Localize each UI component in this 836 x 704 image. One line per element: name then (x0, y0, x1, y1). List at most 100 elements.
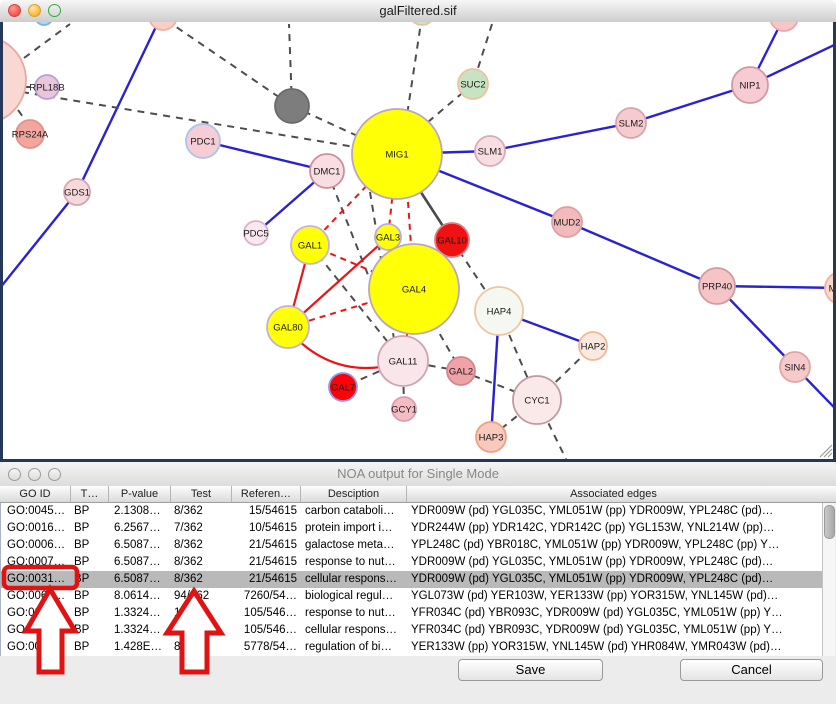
node-GAL1[interactable]: GAL1 (291, 226, 329, 264)
column-header-referen-[interactable]: Referen… (231, 486, 300, 502)
column-header-go-id[interactable]: GO ID (0, 486, 70, 502)
table-row-9[interactable]: GO:0050…BP1.428E…80/3625778/54…regulatio… (1, 639, 822, 656)
column-header-associated-edges[interactable]: Associated edges (406, 486, 820, 502)
cell-go-id: GO:0031… (1, 571, 71, 588)
node-label: NIP1 (739, 81, 760, 92)
node-circle[interactable] (409, 22, 435, 25)
node-SLM2[interactable]: SLM2 (616, 108, 646, 138)
table-row-5-selected[interactable]: GO:0031…BP6.5087…8/36221/54615cellular r… (1, 571, 822, 588)
cell-go-id: GO:0050… (1, 639, 71, 656)
node-PDC1[interactable]: PDC1 (186, 124, 220, 158)
cell-referen-: 15/54615 (232, 503, 301, 520)
cell-p-value: 1.428E… (109, 639, 171, 656)
node-small-blue-node[interactable] (35, 22, 53, 25)
node-HAP3[interactable]: HAP3 (476, 422, 506, 452)
node-GAL11[interactable]: GAL11 (378, 336, 428, 386)
scrollbar-thumb[interactable] (824, 505, 835, 539)
node-label: GDS1 (64, 188, 90, 199)
node-NIP1[interactable]: NIP1 (732, 67, 768, 103)
cell-test: 11/362 (171, 605, 232, 622)
node-circle[interactable] (770, 22, 798, 31)
node-label: HAP2 (581, 342, 606, 353)
cell-desciption: regulation of bi… (301, 639, 407, 656)
column-header-p-value[interactable]: P-value (108, 486, 170, 502)
table-row-2[interactable]: GO:0016…BP6.2567…7/36210/54615protein im… (1, 520, 822, 537)
node-circle[interactable] (275, 89, 309, 123)
cancel-button[interactable]: Cancel (680, 659, 823, 681)
node-label: DMC1 (314, 167, 341, 178)
cell-referen-: 10/54615 (232, 520, 301, 537)
table-row-6[interactable]: GO:0065…BP8.0614…94/3627260/54…biologica… (1, 588, 822, 605)
node-circle[interactable] (3, 36, 26, 124)
save-button[interactable]: Save (458, 659, 603, 681)
edge-pd (166, 22, 292, 106)
node-GAL4[interactable]: GAL4 (369, 244, 459, 334)
cell-associated-edges: YGL073W (pd) YER103W, YER133W (pp) YOR31… (407, 588, 821, 605)
cell-test: 8/362 (171, 554, 232, 571)
table-row-1[interactable]: GO:0045…BP2.1308…8/36215/54615carbon cat… (1, 503, 822, 520)
node-top-green-node[interactable] (409, 22, 435, 25)
node-PDC5[interactable]: PDC5 (243, 221, 268, 245)
cell-go-id: GO:0065… (1, 588, 71, 605)
column-header-test[interactable]: Test (170, 486, 231, 502)
cell-go-id: GO:0045… (1, 503, 71, 520)
node-top-pink-node[interactable] (149, 22, 177, 30)
node-label: MIG1 (385, 150, 408, 161)
noa-titlebar[interactable]: NOA output for Single Mode (0, 462, 836, 487)
cell-desciption: carbon cataboli… (301, 503, 407, 520)
node-HAP4[interactable]: HAP4 (475, 287, 523, 335)
node-GCY1[interactable]: GCY1 (391, 397, 417, 421)
node-MIG1[interactable]: MIG1 (352, 109, 442, 199)
cell-t-: BP (71, 503, 109, 520)
node-GAL2[interactable]: GAL2 (447, 357, 475, 385)
node-SIN4[interactable]: SIN4 (780, 352, 810, 382)
cell-p-value: 2.1308… (109, 503, 171, 520)
node-MSL1[interactable]: MSL1 (825, 272, 833, 304)
edge-pp (203, 141, 327, 171)
node-GDS1[interactable]: GDS1 (64, 179, 90, 205)
noa-window-title: NOA output for Single Mode (0, 466, 836, 481)
cell-referen-: 7260/54… (232, 588, 301, 605)
column-header-t-[interactable]: T… (70, 486, 108, 502)
table-header-row: GO IDT…P-valueTestReferen…DesciptionAsso… (0, 486, 836, 503)
screen: galFiltered.sif RPL18B RPS24A GDS1 PDC1 DMC1… (0, 0, 836, 704)
table-row-7[interactable]: GO:0031…BP1.3324…11/362105/546…response … (1, 605, 822, 622)
cell-test: 8/362 (171, 571, 232, 588)
node-SUC2[interactable]: SUC2 (458, 69, 488, 99)
node-GAL3[interactable]: GAL3 (375, 224, 401, 250)
cell-p-value: 1.3324… (109, 605, 171, 622)
resize-grip-icon[interactable] (820, 445, 832, 457)
node-circle[interactable] (149, 22, 177, 30)
node-HAP2[interactable]: HAP2 (579, 332, 607, 360)
node-GAL80[interactable]: GAL80 (267, 306, 309, 348)
cell-p-value: 1.3324… (109, 622, 171, 639)
node-circle[interactable] (35, 22, 53, 25)
network-canvas[interactable]: RPL18B RPS24A GDS1 PDC1 DMC1 MIG1 SUC2 SLM1 SLM2… (0, 22, 836, 462)
table-row-8[interactable]: GO:0031…BP1.3324…11/362105/546…cellular … (1, 622, 822, 639)
node-topright-pink-node[interactable] (770, 22, 798, 31)
node-RPS24A[interactable]: RPS24A (12, 120, 49, 148)
cell-associated-edges: YDR009W (pd) YGL035C, YML051W (pp) YDR00… (407, 571, 821, 588)
node-DMC1[interactable]: DMC1 (310, 154, 344, 188)
cell-referen-: 21/54615 (232, 571, 301, 588)
cell-associated-edges: YDR244W (pp) YDR142C, YDR142C (pp) YGL15… (407, 520, 821, 537)
cell-go-id: GO:0031… (1, 605, 71, 622)
edge-pp (490, 123, 631, 151)
node-label: GAL1 (298, 241, 322, 252)
node-PRP40[interactable]: PRP40 (699, 268, 735, 304)
vertical-scrollbar[interactable] (822, 503, 835, 656)
node-SLM1[interactable]: SLM1 (475, 136, 505, 166)
node-RPL18B[interactable]: RPL18B (29, 75, 64, 99)
table-row-4[interactable]: GO:0007…BP6.5087…8/36221/54615response t… (1, 554, 822, 571)
node-CYC1[interactable]: CYC1 (513, 376, 561, 424)
network-titlebar[interactable]: galFiltered.sif (0, 0, 836, 23)
node-gray-node[interactable] (275, 89, 309, 123)
edge-pp (3, 192, 77, 288)
cell-associated-edges: YDR009W (pd) YGL035C, YML051W (pp) YDR00… (407, 554, 821, 571)
edge-pp (567, 222, 717, 286)
node-big-pale-node[interactable] (3, 36, 26, 124)
table-row-3[interactable]: GO:0006…BP6.5087…8/36221/54615galactose … (1, 537, 822, 554)
node-MUD2[interactable]: MUD2 (552, 207, 582, 237)
node-GAL7[interactable]: GAL7 (329, 373, 357, 401)
column-header-desciption[interactable]: Desciption (300, 486, 406, 502)
